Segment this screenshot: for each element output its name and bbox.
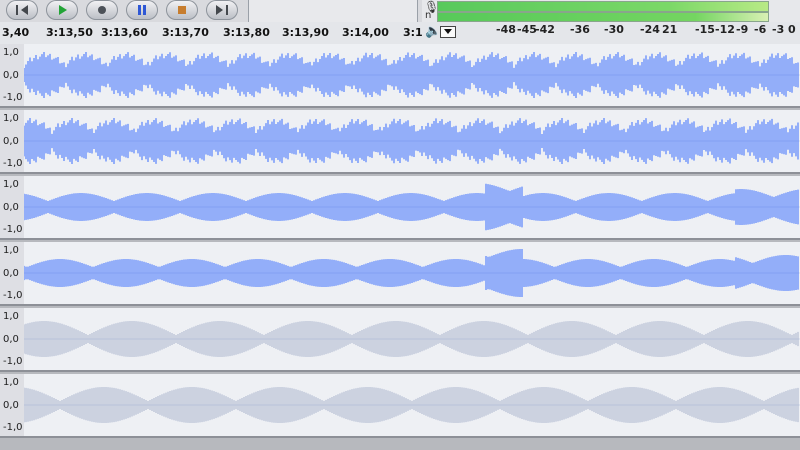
amplitude-scale: 1,0 0,0 -1,0 [0,44,25,106]
timeline-tick: 3:13,50 [46,26,93,39]
waveform-tracks: 1,0 0,0 -1,0 1,0 0,0 -1,0 1,0 0,0 -1,0 1… [0,44,800,450]
meter-scale-tick: 0 [788,23,796,36]
waveform-plot [24,387,800,423]
meter-scale-tick: -42 [535,23,555,36]
amplitude-scale: 1,0 0,0 -1,0 [0,308,25,370]
waveform-plot [24,321,800,357]
skip-start-icon [16,5,28,15]
input-meter-top [437,1,769,12]
meter-scale-tick: -6 [754,23,767,36]
timeline-tick: 3:13,90 [282,26,329,39]
play-icon [59,5,67,15]
amplitude-label: 0,0 [3,400,19,411]
meter-scale-tick: -36 [570,23,590,36]
meter-scale-tick: -15 [695,23,715,36]
timeline-tick: 3:13,60 [101,26,148,39]
play-button[interactable] [46,0,78,20]
amplitude-scale: 1,0 0,0 -1,0 [0,110,25,172]
waveform[interactable] [24,242,800,304]
timeline-ruler: 3,40 3:13,50 3:13,60 3:13,70 3:13,80 3:1… [0,22,800,45]
amplitude-label: -1,0 [3,422,23,433]
skip-end-icon [216,5,228,15]
timeline-tick: 3:14,00 [342,26,389,39]
waveform[interactable] [24,308,800,370]
amplitude-label: 0,0 [3,136,19,147]
amplitude-label: 1,0 [3,47,19,58]
top-toolbar: 🎙 n [0,0,800,23]
waveform[interactable] [24,176,800,238]
audio-track[interactable]: 1,0 0,0 -1,0 [0,308,800,372]
amplitude-label: 1,0 [3,179,19,190]
timeline-tick: 3:13,80 [223,26,270,39]
waveform-plot [24,118,800,164]
timeline-tick: 3,40 [2,26,30,39]
amplitude-label: 1,0 [3,113,19,124]
input-meter-bottom [437,12,769,22]
skip-end-button[interactable] [206,0,238,20]
meter-scale-tick: -24 [640,23,660,36]
audio-track[interactable]: 1,0 0,0 -1,0 [0,44,800,108]
meter-label: n [425,10,432,21]
audio-track[interactable]: 1,0 0,0 -1,0 [0,374,800,438]
amplitude-scale: 1,0 0,0 -1,0 [0,374,25,436]
meter-dropdown[interactable] [440,26,456,38]
timeline-tick: 3:13,70 [162,26,209,39]
record-icon [98,6,106,14]
waveform-plot [24,183,800,231]
stop-button[interactable] [166,0,198,20]
meter-scale-tick: -9 [736,23,749,36]
amplitude-label: 1,0 [3,311,19,322]
amplitude-label: 0,0 [3,202,19,213]
waveform[interactable] [24,44,800,106]
amplitude-label: -1,0 [3,356,23,367]
meter-scale-tick: -48 [496,23,516,36]
meter-scale-tick: -12 [715,23,735,36]
pause-button[interactable] [126,0,158,20]
audio-track[interactable]: 1,0 0,0 -1,0 [0,110,800,174]
record-button[interactable] [86,0,118,20]
level-meter: 🎙 n [422,0,800,22]
amplitude-label: 1,0 [3,245,19,256]
waveform[interactable] [24,374,800,436]
skip-start-button[interactable] [6,0,38,20]
meter-scale-tick: -30 [604,23,624,36]
amplitude-label: -1,0 [3,92,23,103]
amplitude-scale: 1,0 0,0 -1,0 [0,176,25,238]
amplitude-label: -1,0 [3,224,23,235]
meter-scale-tick: -3 [772,23,785,36]
meter-scale-tick: 21 [662,23,678,36]
amplitude-label: -1,0 [3,158,23,169]
stop-icon [178,6,186,14]
waveform[interactable] [24,110,800,172]
timeline-tick: 3:1 [403,26,423,39]
audio-track[interactable]: 1,0 0,0 -1,0 [0,242,800,306]
amplitude-label: 1,0 [3,377,19,388]
amplitude-label: 0,0 [3,268,19,279]
audio-track[interactable]: 1,0 0,0 -1,0 [0,176,800,240]
amplitude-label: -1,0 [3,290,23,301]
speaker-icon: 🔈 [425,24,442,39]
tools-panel [248,0,418,22]
amplitude-scale: 1,0 0,0 -1,0 [0,242,25,304]
pause-icon [138,5,146,15]
meter-scale-tick: -45 [517,23,537,36]
amplitude-label: 0,0 [3,70,19,81]
waveform-plot [24,52,800,98]
waveform-plot [24,249,800,297]
transport-controls [0,0,238,20]
amplitude-label: 0,0 [3,334,19,345]
